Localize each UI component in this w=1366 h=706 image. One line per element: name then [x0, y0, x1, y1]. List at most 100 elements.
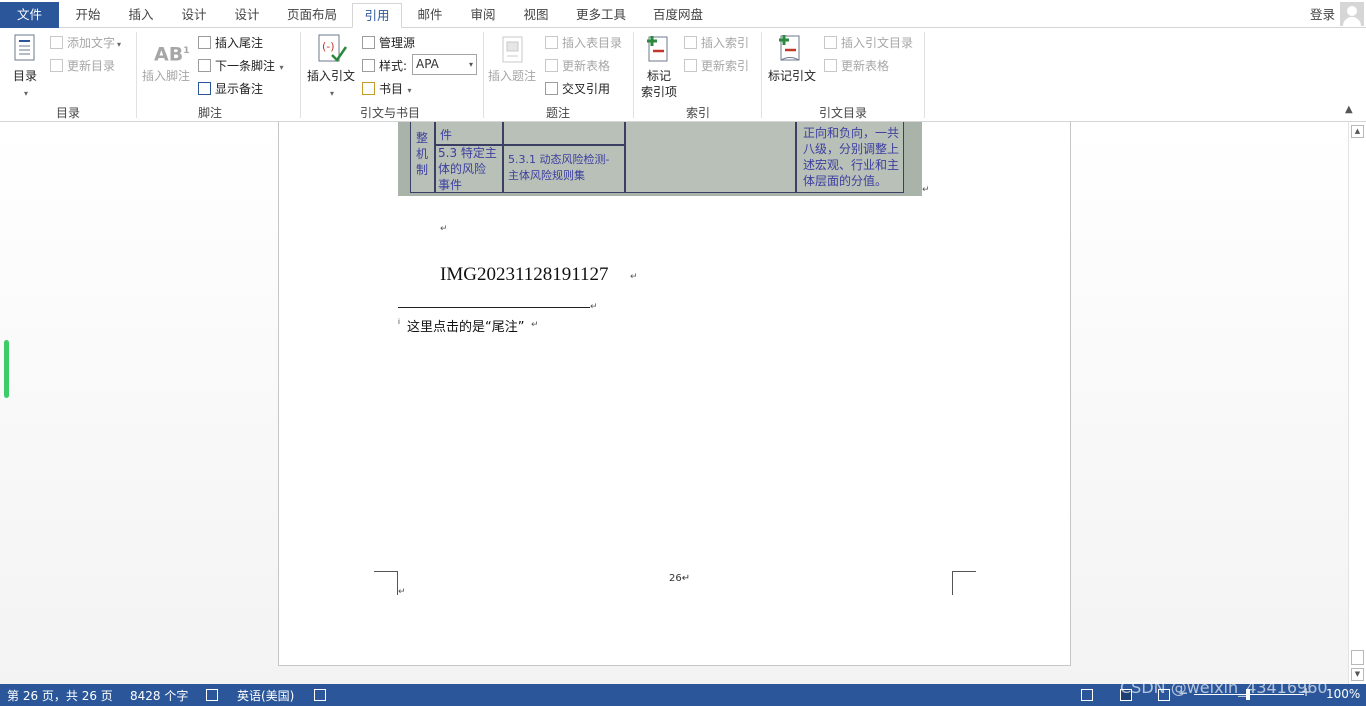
citation-style-select[interactable]: APA ▾: [412, 54, 477, 75]
scroll-thumb[interactable]: [1351, 650, 1364, 665]
tab-view[interactable]: 视图: [514, 3, 558, 28]
tab-design-2[interactable]: 设计: [225, 3, 269, 28]
manage-sources-icon: [362, 36, 375, 49]
insert-index-icon: [684, 36, 697, 49]
update-toc-icon: [50, 59, 63, 72]
tab-file[interactable]: 文件: [0, 2, 59, 28]
ribbon-tab-bar: 文件 开始 插入 设计 设计 页面布局 引用 邮件 审阅 视图 更多工具 百度网…: [0, 0, 1366, 28]
read-mode-icon[interactable]: [1081, 689, 1093, 701]
svg-text:(-): (-): [322, 40, 335, 53]
group-label-footnotes: 脚注: [197, 106, 222, 120]
mark-entry-icon: [647, 36, 668, 62]
insert-table-of-figures-button[interactable]: 插入表目录: [545, 35, 622, 51]
paragraph-mark: ↵: [922, 185, 930, 195]
style-label: 样式:: [362, 58, 407, 74]
paragraph-mark: ↵: [440, 224, 448, 234]
language-status[interactable]: 英语(美国): [237, 687, 294, 704]
zoom-level[interactable]: 100%: [1326, 687, 1360, 701]
paragraph-mark: ↵: [630, 272, 638, 282]
show-notes-button[interactable]: 显示备注: [198, 81, 263, 97]
update-authorities-table-button[interactable]: 更新表格: [824, 58, 889, 74]
group-label-authorities: 引文目录: [818, 106, 867, 120]
tab-home[interactable]: 开始: [66, 3, 110, 28]
page-count-status[interactable]: 第 26 页，共 26 页: [7, 687, 113, 704]
scan-col-line: [624, 122, 626, 193]
tab-review[interactable]: 审阅: [461, 3, 505, 28]
collapse-ribbon-icon[interactable]: ▲: [1345, 104, 1353, 115]
table-of-contents-icon: [14, 34, 35, 61]
word-count-status[interactable]: 8428 个字: [130, 687, 188, 704]
proofing-icon[interactable]: [206, 689, 218, 701]
insert-endnote-button[interactable]: 插入尾注: [198, 35, 263, 51]
scan-cell-text: 5.3 特定主 体的风险 事件: [438, 146, 497, 192]
endnote-text[interactable]: 这里点击的是“尾注”: [407, 316, 524, 335]
scan-cell-text: 件: [440, 128, 453, 142]
cross-reference-button[interactable]: 交叉引用: [545, 81, 610, 97]
tab-baidu-netdisk[interactable]: 百度网盘: [644, 3, 712, 28]
group-separator: [633, 32, 634, 118]
tab-mailings[interactable]: 邮件: [408, 3, 452, 28]
endnote-icon: [198, 36, 211, 49]
ribbon: 目录 ▾ 添加文字 ▾ 更新目录 目录 AB1 插入脚注 插入尾注 下一条脚注 ▾ …: [0, 28, 1366, 144]
scan-col-line: [502, 122, 504, 193]
update-table-icon: [545, 59, 558, 72]
insert-index-button[interactable]: 插入索引: [684, 35, 749, 51]
update-toc-button[interactable]: 更新目录: [50, 58, 115, 74]
vertical-scrollbar[interactable]: ▲ ▼: [1348, 122, 1366, 684]
group-separator: [761, 32, 762, 118]
paragraph-mark: ↵: [590, 302, 598, 312]
group-separator: [300, 32, 301, 118]
insert-citation-icon: (-): [318, 34, 348, 62]
insert-citation-button[interactable]: 插入引文 ▾: [306, 68, 356, 102]
group-separator: [924, 32, 925, 118]
insert-footnote-button[interactable]: 插入脚注: [142, 68, 190, 84]
insert-table-of-authorities-button[interactable]: 插入引文目录: [824, 35, 913, 51]
tab-more-tools[interactable]: 更多工具: [568, 3, 634, 28]
scan-cell-text: 正向和负向，一共 八级，分别调整上 述宏观、行业和主 体层面的分值。: [803, 126, 900, 188]
insert-caption-icon: [502, 36, 523, 63]
scanned-table-image[interactable]: 整 机 制 件 5.3 特定主 体的风险 事件 5.3.1 动态风险检测- 主体…: [398, 122, 922, 196]
manage-sources-button[interactable]: 管理源: [362, 35, 415, 51]
mark-entry-button[interactable]: 标记 索引项: [640, 68, 678, 100]
update-index-icon: [684, 59, 697, 72]
image-caption-text[interactable]: IMG20231128191127: [440, 264, 609, 286]
mark-citation-button[interactable]: 标记引文: [768, 68, 816, 84]
page-corner-mark-left: [374, 571, 398, 595]
scroll-up-icon[interactable]: ▲: [1351, 125, 1364, 138]
endnote-separator: [398, 307, 590, 308]
bibliography-icon: [362, 82, 375, 95]
group-label-index: 索引: [685, 106, 710, 120]
scan-cell-text: 整 机 制: [416, 131, 429, 177]
scan-col-line: [795, 122, 797, 193]
show-notes-icon: [198, 82, 211, 95]
insert-caption-button[interactable]: 插入题注: [488, 68, 536, 84]
toc-button[interactable]: 目录 ▾: [10, 68, 40, 102]
next-footnote-button[interactable]: 下一条脚注 ▾: [198, 58, 284, 76]
tab-references[interactable]: 引用: [352, 3, 402, 28]
add-text-button[interactable]: 添加文字 ▾: [50, 35, 121, 53]
avatar[interactable]: [1340, 2, 1364, 26]
login-link[interactable]: 登录: [1310, 4, 1335, 23]
mark-citation-icon: [779, 35, 800, 61]
chevron-down-icon: ▾: [468, 60, 473, 69]
update-table-button[interactable]: 更新表格: [545, 58, 610, 74]
watermark-text: CSDN @weixin_43416960: [1120, 678, 1328, 697]
endnote-reference-mark[interactable]: i: [398, 318, 400, 326]
tab-insert[interactable]: 插入: [119, 3, 163, 28]
group-label-citations: 引文与书目: [359, 106, 420, 120]
tab-page-layout[interactable]: 页面布局: [280, 3, 344, 28]
scan-cell-text: 5.3.1 动态风险检测- 主体风险规则集: [508, 153, 610, 182]
group-separator: [483, 32, 484, 118]
update-index-button[interactable]: 更新索引: [684, 58, 749, 74]
footnote-ab-icon: AB1: [154, 43, 190, 66]
style-icon: [362, 59, 375, 72]
bibliography-button[interactable]: 书目 ▾: [362, 81, 412, 99]
macro-recording-icon[interactable]: [314, 689, 326, 701]
page-corner-mark-right: [952, 571, 976, 595]
scroll-down-icon[interactable]: ▼: [1351, 668, 1364, 681]
paragraph-mark: ↵: [531, 320, 539, 330]
cross-reference-icon: [545, 82, 558, 95]
table-of-authorities-icon: [824, 36, 837, 49]
add-text-icon: [50, 36, 63, 49]
tab-design[interactable]: 设计: [172, 3, 216, 28]
